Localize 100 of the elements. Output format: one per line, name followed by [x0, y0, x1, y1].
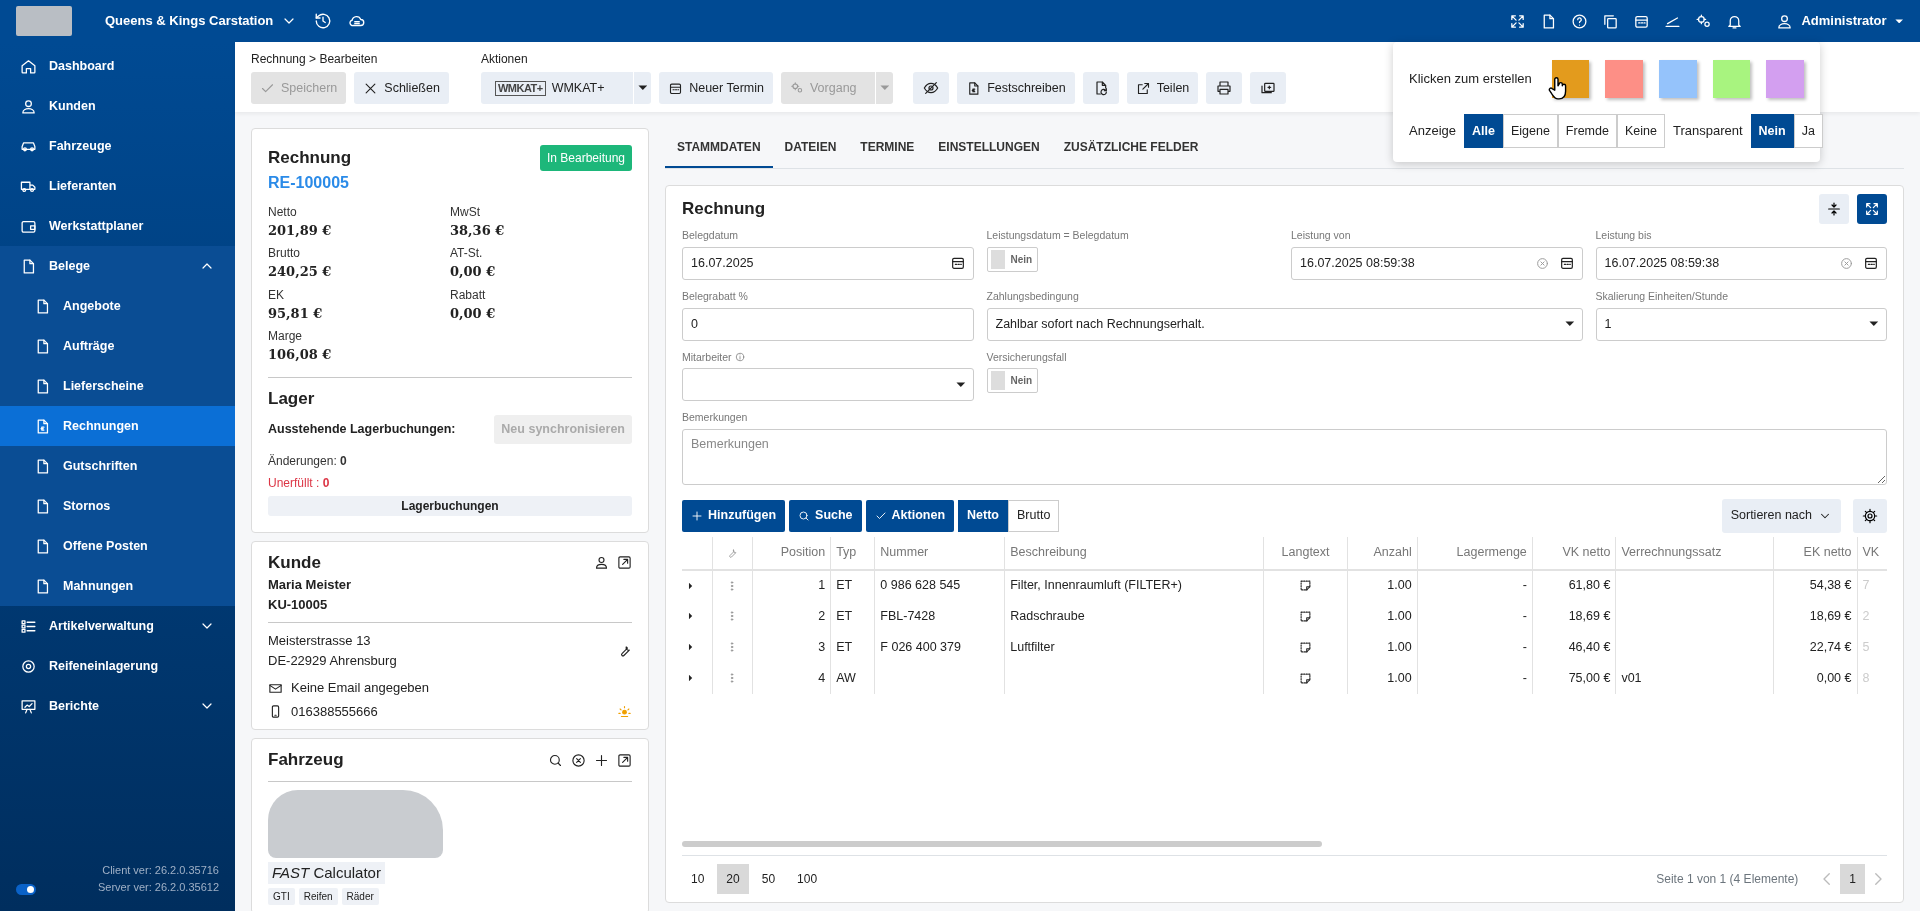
- expand-icon[interactable]: [1509, 12, 1527, 30]
- price-toggle[interactable]: Brutto: [1008, 499, 1060, 532]
- open-external-icon[interactable]: [617, 752, 632, 768]
- tab[interactable]: STAMMDATEN: [665, 128, 773, 168]
- sidebar-item[interactable]: Werkstattplaner: [0, 206, 235, 246]
- toggle-switch[interactable]: Nein: [986, 368, 1039, 394]
- tag-chip[interactable]: GTI: [268, 888, 295, 906]
- display-option[interactable]: Eigene: [1502, 114, 1558, 148]
- expand-row-icon[interactable]: [688, 674, 693, 682]
- grid-action-button[interactable]: Hinzufügen: [682, 499, 786, 532]
- column-header[interactable]: VK: [1857, 536, 1887, 570]
- column-header[interactable]: Typ: [830, 536, 875, 570]
- clear-icon[interactable]: [571, 752, 586, 768]
- note-icon[interactable]: [1298, 578, 1314, 594]
- horizontal-scrollbar[interactable]: [682, 841, 1322, 847]
- expand-button[interactable]: [1857, 194, 1887, 224]
- sidebar-item[interactable]: Gutschriften: [0, 446, 235, 486]
- plus-icon[interactable]: [594, 752, 609, 768]
- input-field[interactable]: 16.07.2025 08:59:38: [1291, 246, 1583, 280]
- calendar-icon[interactable]: [1863, 255, 1879, 272]
- page-size-option[interactable]: 50: [752, 864, 785, 894]
- dropdown-field[interactable]: Zahlbar sofort nach Rechnungserhalt.: [986, 307, 1583, 341]
- sidebar-item[interactable]: Berichte: [0, 686, 235, 726]
- expand-row-icon[interactable]: [688, 612, 693, 620]
- tab[interactable]: TERMINE: [848, 128, 927, 168]
- tab[interactable]: ZUSÄTZLICHE FELDER: [1051, 128, 1211, 168]
- sidebar-item[interactable]: Lieferanten: [0, 166, 235, 206]
- dropdown-field[interactable]: [682, 368, 974, 402]
- sidebar-item[interactable]: Offene Posten: [0, 526, 235, 566]
- grid-action-button[interactable]: Aktionen: [865, 499, 955, 532]
- sidebar-item[interactable]: Rechnungen: [0, 406, 235, 446]
- stock-bookings-button[interactable]: Lagerbuchungen: [268, 495, 632, 516]
- sidebar-item[interactable]: Dashboard: [0, 46, 235, 86]
- column-header[interactable]: Nummer: [874, 536, 1005, 570]
- column-header[interactable]: Lagermenge: [1417, 536, 1533, 570]
- grid-settings-button[interactable]: [1853, 498, 1887, 533]
- icon-button[interactable]: [1250, 72, 1287, 104]
- page-size-option[interactable]: 20: [717, 864, 749, 894]
- grid-action-button[interactable]: Suche: [789, 499, 862, 532]
- calculator-logo[interactable]: FAST Calculator: [268, 861, 385, 885]
- note-icon[interactable]: [1298, 639, 1314, 655]
- sidebar-item[interactable]: Angebote: [0, 286, 235, 326]
- page-size-option[interactable]: 100: [788, 864, 827, 894]
- input-field[interactable]: 16.07.2025: [682, 246, 974, 280]
- column-header[interactable]: Verrechnungssatz: [1615, 536, 1774, 570]
- column-header[interactable]: EK netto: [1773, 536, 1857, 570]
- display-option[interactable]: Fremde: [1557, 114, 1617, 148]
- tag-chip[interactable]: Räder: [341, 888, 379, 906]
- tag-chip[interactable]: Reifen: [298, 888, 338, 906]
- column-header[interactable]: Langtext: [1263, 536, 1348, 570]
- sidebar-item[interactable]: Lieferscheine: [0, 366, 235, 406]
- collapse-button[interactable]: [1819, 194, 1849, 224]
- transparency-option[interactable]: Nein: [1750, 114, 1794, 148]
- sidebar-item[interactable]: Fahrzeuge: [0, 126, 235, 166]
- help-icon[interactable]: [1571, 12, 1589, 30]
- close-button[interactable]: Schließen: [354, 72, 449, 104]
- expand-row-icon[interactable]: [688, 582, 693, 590]
- page-size-option[interactable]: 10: [682, 864, 714, 894]
- sidebar-item[interactable]: Stornos: [0, 486, 235, 526]
- calendar-icon[interactable]: [1558, 255, 1575, 272]
- dropdown-field[interactable]: 1: [1595, 307, 1887, 341]
- search-icon[interactable]: [548, 752, 563, 768]
- note-color-swatch[interactable]: [1766, 60, 1805, 98]
- note-icon[interactable]: [1298, 670, 1314, 686]
- icon-button[interactable]: [1206, 72, 1243, 104]
- sidebar-item[interactable]: Aufträge: [0, 326, 235, 366]
- note-color-swatch[interactable]: [1605, 60, 1644, 98]
- transparency-option[interactable]: Ja: [1793, 114, 1823, 148]
- display-option[interactable]: Alle: [1464, 114, 1503, 148]
- icon-button[interactable]: [1082, 72, 1119, 104]
- action-button[interactable]: Festschreiben: [957, 72, 1075, 104]
- tab[interactable]: EINSTELLUNGEN: [926, 128, 1052, 168]
- action-button[interactable]: Teilen: [1126, 72, 1199, 104]
- column-header[interactable]: Anzahl: [1347, 536, 1418, 570]
- sidebar-item[interactable]: Artikelverwaltung: [0, 606, 235, 646]
- action-button[interactable]: WMKAT+ WMKAT+: [480, 72, 633, 104]
- note-icon[interactable]: [1298, 608, 1314, 624]
- toggle-switch[interactable]: Nein: [986, 246, 1039, 272]
- caret-icon[interactable]: [955, 381, 966, 388]
- calendar-icon[interactable]: [949, 255, 966, 272]
- sidebar-item[interactable]: Kunden: [0, 86, 235, 126]
- caret-icon[interactable]: [1869, 321, 1879, 327]
- column-header[interactable]: Beschreibung: [1004, 536, 1264, 570]
- theme-toggle[interactable]: [16, 884, 36, 895]
- page-button[interactable]: 1: [1840, 864, 1865, 894]
- copy-icon[interactable]: [1602, 12, 1620, 30]
- sort-dropdown[interactable]: Sortieren nach: [1721, 498, 1841, 533]
- column-header[interactable]: VK netto: [1532, 536, 1616, 570]
- sidebar-item[interactable]: Mahnungen: [0, 566, 235, 606]
- sidebar-item[interactable]: Reifeneinlagerung: [0, 646, 235, 686]
- input-field[interactable]: 0: [682, 307, 974, 341]
- settings-icon[interactable]: [1695, 12, 1713, 30]
- remarks-field[interactable]: Bemerkungen: [682, 429, 1887, 485]
- company-selector[interactable]: Queens & Kings Carstation: [104, 10, 299, 32]
- icon-button[interactable]: [913, 72, 950, 104]
- tab[interactable]: DATEIEN: [772, 128, 849, 168]
- expand-row-icon[interactable]: [688, 643, 693, 651]
- note-color-swatch[interactable]: [1659, 60, 1697, 98]
- action-button[interactable]: Neuer Termin: [659, 72, 773, 104]
- caret-icon[interactable]: [1564, 321, 1575, 327]
